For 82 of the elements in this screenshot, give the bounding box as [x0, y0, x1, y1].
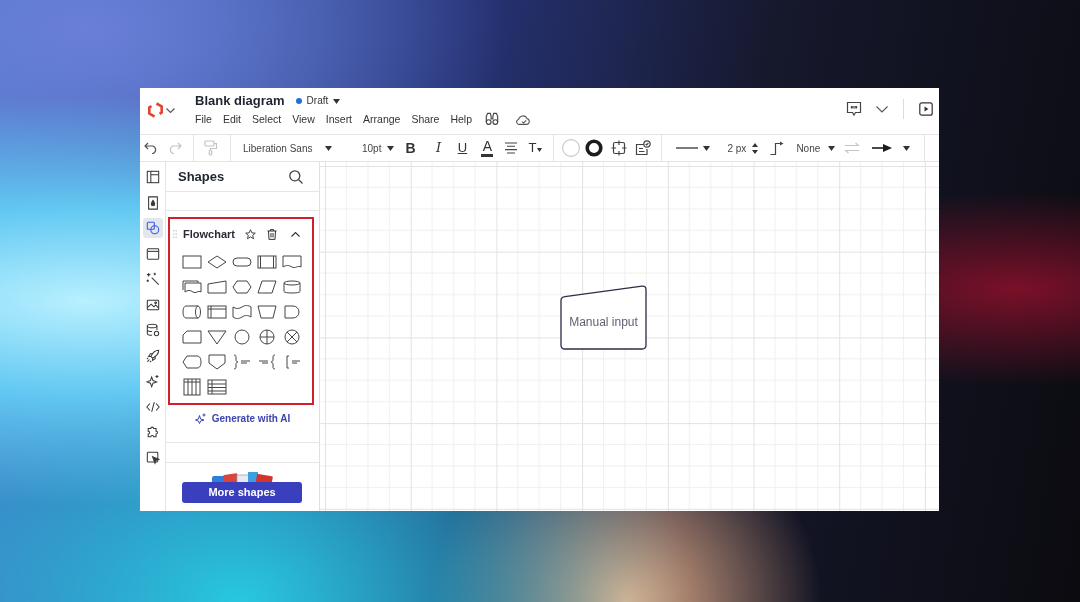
- hexagon-icon[interactable]: [231, 278, 253, 296]
- parallelogram-icon[interactable]: [256, 278, 278, 296]
- pentagon-icon[interactable]: [206, 353, 228, 371]
- generate-with-ai-link[interactable]: Generate with AI: [194, 411, 291, 425]
- caret-icon: [325, 145, 332, 151]
- fill-color-icon[interactable]: [562, 139, 581, 157]
- column-table-icon[interactable]: [181, 378, 203, 396]
- menu-item[interactable]: View: [292, 112, 315, 126]
- library-title: Flowchart: [183, 226, 235, 242]
- caret-icon: [903, 145, 911, 151]
- binoculars-icon[interactable]: [485, 112, 500, 126]
- right-brace-icon[interactable]: [231, 353, 253, 371]
- drag-handle-icon[interactable]: [173, 230, 177, 238]
- sparkle-icon: [194, 412, 206, 424]
- caret-icon: [828, 145, 836, 151]
- align-center-icon[interactable]: [504, 142, 519, 154]
- stacked-documents-icon[interactable]: [181, 278, 203, 296]
- rectangle-icon[interactable]: [181, 253, 203, 271]
- border-ring-icon[interactable]: [585, 139, 604, 157]
- menu-item[interactable]: Edit: [222, 112, 241, 126]
- crosshair-frame-icon[interactable]: [611, 140, 628, 156]
- panel-title: Shapes: [178, 167, 225, 186]
- caret-icon: [333, 98, 341, 104]
- status-dropdown[interactable]: Draft: [306, 94, 341, 108]
- wavy-document-icon[interactable]: [281, 253, 303, 271]
- underline-button[interactable]: U: [454, 138, 471, 158]
- text-color-button[interactable]: A: [479, 138, 496, 158]
- circle-icon[interactable]: [231, 328, 253, 346]
- menu-item[interactable]: Help: [450, 112, 473, 126]
- arrow-right-icon: [872, 144, 893, 152]
- caret-icon: [537, 147, 543, 152]
- manual-input-shape[interactable]: Manual input: [560, 285, 647, 350]
- trash-icon[interactable]: [266, 228, 277, 240]
- caret-icon: [387, 145, 395, 151]
- up-down-arrows-icon: [752, 142, 759, 154]
- search-icon[interactable]: [289, 169, 303, 184]
- chevron-down-icon[interactable]: [876, 105, 888, 113]
- diamond-icon[interactable]: [206, 253, 228, 271]
- color-bar-icon: [481, 154, 494, 157]
- cylinder-icon[interactable]: [281, 278, 303, 296]
- font-size-dropdown[interactable]: 10pt: [356, 140, 398, 156]
- double-sided-rectangle-icon[interactable]: [256, 253, 278, 271]
- arrow-style-dropdown[interactable]: [871, 144, 913, 152]
- line-width-stepper[interactable]: 2 px: [725, 140, 761, 156]
- shapes-icon[interactable]: [142, 218, 163, 238]
- wavy-band-icon[interactable]: [231, 303, 253, 321]
- chevron-up-icon[interactable]: [290, 231, 300, 237]
- horizontal-cylinder-icon[interactable]: [181, 303, 203, 321]
- left-brace-icon[interactable]: [256, 353, 278, 371]
- crossed-circle-icon[interactable]: [256, 328, 278, 346]
- slanted-quadrilateral-icon[interactable]: [206, 278, 228, 296]
- lined-rectangle-icon[interactable]: [206, 303, 228, 321]
- comment-icon[interactable]: [846, 101, 862, 117]
- triangle-icon[interactable]: [206, 328, 228, 346]
- menu-item[interactable]: Select: [252, 112, 282, 126]
- checked-document-icon[interactable]: [635, 140, 652, 156]
- line-style-dropdown[interactable]: [675, 145, 713, 151]
- caret-icon: [703, 145, 711, 151]
- logo-icon[interactable]: [148, 102, 163, 118]
- italic-button[interactable]: I: [430, 138, 447, 158]
- elbow-connector-icon[interactable]: [770, 141, 785, 155]
- undo-icon[interactable]: [144, 142, 158, 154]
- present-icon[interactable]: [919, 102, 933, 116]
- menu-item[interactable]: Insert: [325, 112, 353, 126]
- row-table-icon[interactable]: [206, 378, 228, 396]
- cloud-check-icon[interactable]: [515, 112, 532, 126]
- chevron-down-icon[interactable]: [166, 108, 175, 113]
- document-title[interactable]: Blank diagram: [195, 93, 285, 109]
- x-circle-icon[interactable]: [281, 328, 303, 346]
- solid-line-icon: [676, 147, 699, 149]
- font-dropdown[interactable]: Liberation Sans: [237, 140, 335, 156]
- menu-item[interactable]: File: [195, 112, 212, 126]
- menu-item[interactable]: Arrange: [363, 112, 401, 126]
- menu-item[interactable]: Share: [411, 112, 440, 126]
- status-dot-icon: [295, 98, 302, 104]
- line-end-dropdown[interactable]: None: [794, 140, 838, 156]
- text-options-dropdown[interactable]: T: [528, 141, 546, 155]
- bold-button[interactable]: B: [402, 138, 419, 158]
- star-icon[interactable]: [244, 228, 256, 240]
- more-shapes-button[interactable]: More shapes: [182, 482, 302, 503]
- trapezoid-icon[interactable]: [256, 303, 278, 321]
- diagram-canvas[interactable]: Manual input: [320, 162, 939, 511]
